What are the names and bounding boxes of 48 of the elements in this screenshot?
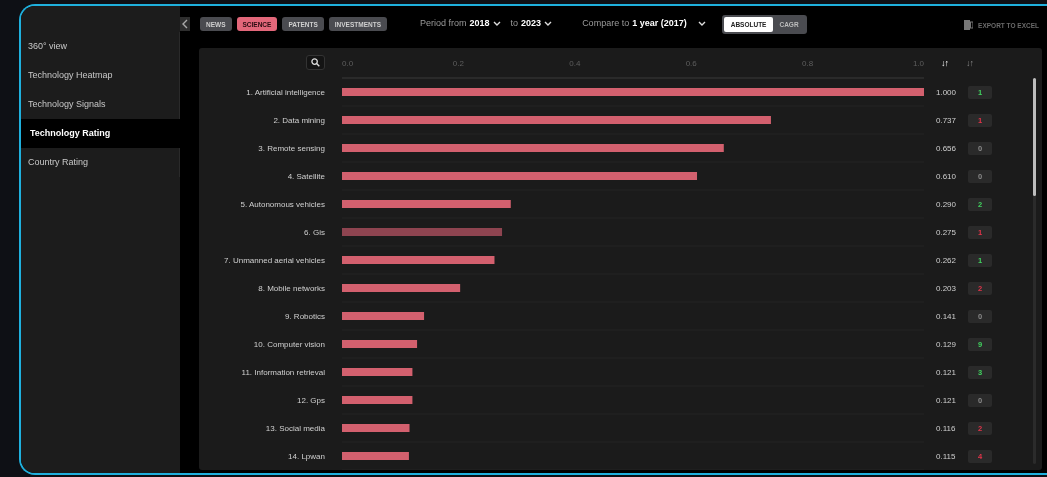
axis-tick-label: 0.2	[452, 59, 464, 68]
period-from-label: Period from	[420, 18, 467, 28]
category-label: 8. Mobile networks	[258, 283, 325, 293]
chevron-down-icon	[492, 20, 501, 26]
spreadsheet-icon	[964, 20, 974, 30]
category-label: 5. Autonomous vehicles	[240, 199, 325, 209]
category-label: 1. Artificial intelligence	[246, 87, 325, 97]
sidebar-item[interactable]: Technology Rating	[21, 119, 180, 148]
score-value: 0.115	[936, 451, 957, 461]
score-value: 0.610	[936, 171, 957, 181]
category-label: 11. Information retrieval	[241, 367, 325, 377]
category-label: 2. Data mining	[273, 115, 325, 125]
score-value: 0.262	[936, 255, 957, 265]
year-dropdown[interactable]: 2018	[466, 18, 501, 28]
search-button[interactable]	[306, 55, 325, 70]
chevron-down-icon	[697, 20, 706, 26]
category-label: 7. Unmanned aerial vehicles	[224, 255, 325, 265]
score-value: 0.275	[936, 227, 957, 237]
period-to-label: to	[510, 18, 519, 28]
compare-label: Compare to	[582, 18, 630, 28]
axis-tick-label: 1.0	[912, 59, 924, 68]
score-value: 1.000	[936, 87, 957, 97]
score-value: 0.116	[936, 423, 957, 433]
category-label: 13. Social media	[265, 423, 325, 433]
chevron-down-icon	[544, 20, 553, 26]
category-label: 10. Computer vision	[253, 339, 325, 349]
chevron-left-icon	[182, 19, 188, 29]
category-label: 4. Satellite	[287, 171, 325, 181]
year-dropdown[interactable]: 2023	[518, 18, 553, 28]
score-value: 0.737	[936, 115, 957, 125]
score-value: 0.121	[936, 395, 957, 405]
score-value: 0.129	[936, 339, 957, 349]
category-label: 12. Gps	[297, 395, 325, 405]
scrollbar[interactable]	[1033, 78, 1036, 464]
sort-toggle[interactable]: ↓↑	[966, 58, 973, 68]
score-value: 0.203	[936, 283, 957, 293]
score-value: 0.121	[936, 367, 957, 377]
search-icon	[311, 58, 320, 67]
category-label: 3. Remote sensing	[258, 143, 325, 153]
category-label: 6. Gis	[304, 227, 325, 237]
score-value: 0.656	[936, 143, 957, 153]
score-value: 0.290	[936, 199, 957, 209]
score-value: 0.141	[936, 311, 957, 321]
compare-dropdown[interactable]: 1 year (2017)	[629, 18, 706, 28]
collapse-button[interactable]	[180, 17, 190, 31]
sort-toggle[interactable]: ↓↑	[941, 58, 948, 68]
category-label: 9. Robotics	[284, 311, 325, 321]
category-label: 14. Lpwan	[288, 451, 325, 461]
